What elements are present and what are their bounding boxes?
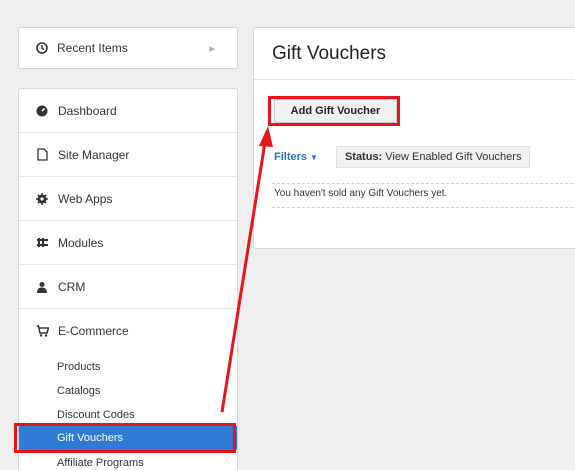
sidebar-item-dashboard[interactable]: Dashboard xyxy=(19,89,237,133)
sidebar-item-e-commerce[interactable]: E-Commerce xyxy=(19,309,237,353)
cart-icon xyxy=(35,324,49,338)
user-icon xyxy=(35,280,49,294)
dashboard-icon xyxy=(35,104,49,118)
submenu-item-discount-codes[interactable]: Discount Codes xyxy=(57,403,237,427)
empty-state-message: You haven't sold any Gift Vouchers yet. xyxy=(274,188,448,199)
page-header: Gift Vouchers xyxy=(254,28,575,80)
file-icon xyxy=(35,148,49,162)
sidebar-item-crm[interactable]: CRM xyxy=(19,265,237,309)
clock-icon xyxy=(35,41,49,55)
status-value: View Enabled Gift Vouchers xyxy=(385,151,522,163)
gear-icon xyxy=(35,192,49,206)
divider xyxy=(272,183,575,184)
submenu-item-affiliate-programs[interactable]: Affiliate Programs xyxy=(57,451,237,470)
sidebar-item-site-manager[interactable]: Site Manager xyxy=(19,133,237,177)
sidebar-item-web-apps[interactable]: Web Apps xyxy=(19,177,237,221)
sidebar-item-label: CRM xyxy=(58,279,86,294)
chevron-right-icon: ▸ xyxy=(209,43,215,55)
sidebar-item-label: Web Apps xyxy=(58,191,113,206)
main-panel: Gift Vouchers Add Gift Voucher Filters ▼ … xyxy=(253,27,575,249)
filter-row: Filters ▼ Status: View Enabled Gift Vouch… xyxy=(274,145,575,169)
modules-icon xyxy=(35,236,49,250)
submenu-item-gift-vouchers[interactable]: Gift Vouchers xyxy=(19,426,237,450)
status-filter-chip[interactable]: Status: View Enabled Gift Vouchers xyxy=(335,146,531,168)
recent-items-panel[interactable]: Recent Items ▸ xyxy=(18,27,238,69)
sidebar-item-label: Site Manager xyxy=(58,147,130,162)
sidebar-nav: Dashboard Site Manager Web Apps Modules … xyxy=(18,88,238,470)
caret-down-icon: ▼ xyxy=(310,153,318,162)
sidebar-item-modules[interactable]: Modules xyxy=(19,221,237,265)
filters-dropdown[interactable]: Filters ▼ xyxy=(274,151,318,163)
page-title: Gift Vouchers xyxy=(272,42,387,64)
sidebar-item-label: Dashboard xyxy=(58,103,117,118)
filters-label: Filters xyxy=(274,151,308,163)
e-commerce-submenu: Products Catalogs Discount Codes . Affil… xyxy=(19,353,237,470)
divider xyxy=(272,207,575,208)
add-gift-voucher-button[interactable]: Add Gift Voucher xyxy=(274,99,397,123)
sidebar-item-label: Modules xyxy=(58,235,104,250)
sidebar-item-label: E-Commerce xyxy=(58,324,129,338)
submenu-item-products[interactable]: Products xyxy=(57,355,237,379)
status-label: Status: xyxy=(344,151,383,163)
submenu-item-catalogs[interactable]: Catalogs xyxy=(57,379,237,403)
recent-items-label: Recent Items xyxy=(57,41,128,55)
